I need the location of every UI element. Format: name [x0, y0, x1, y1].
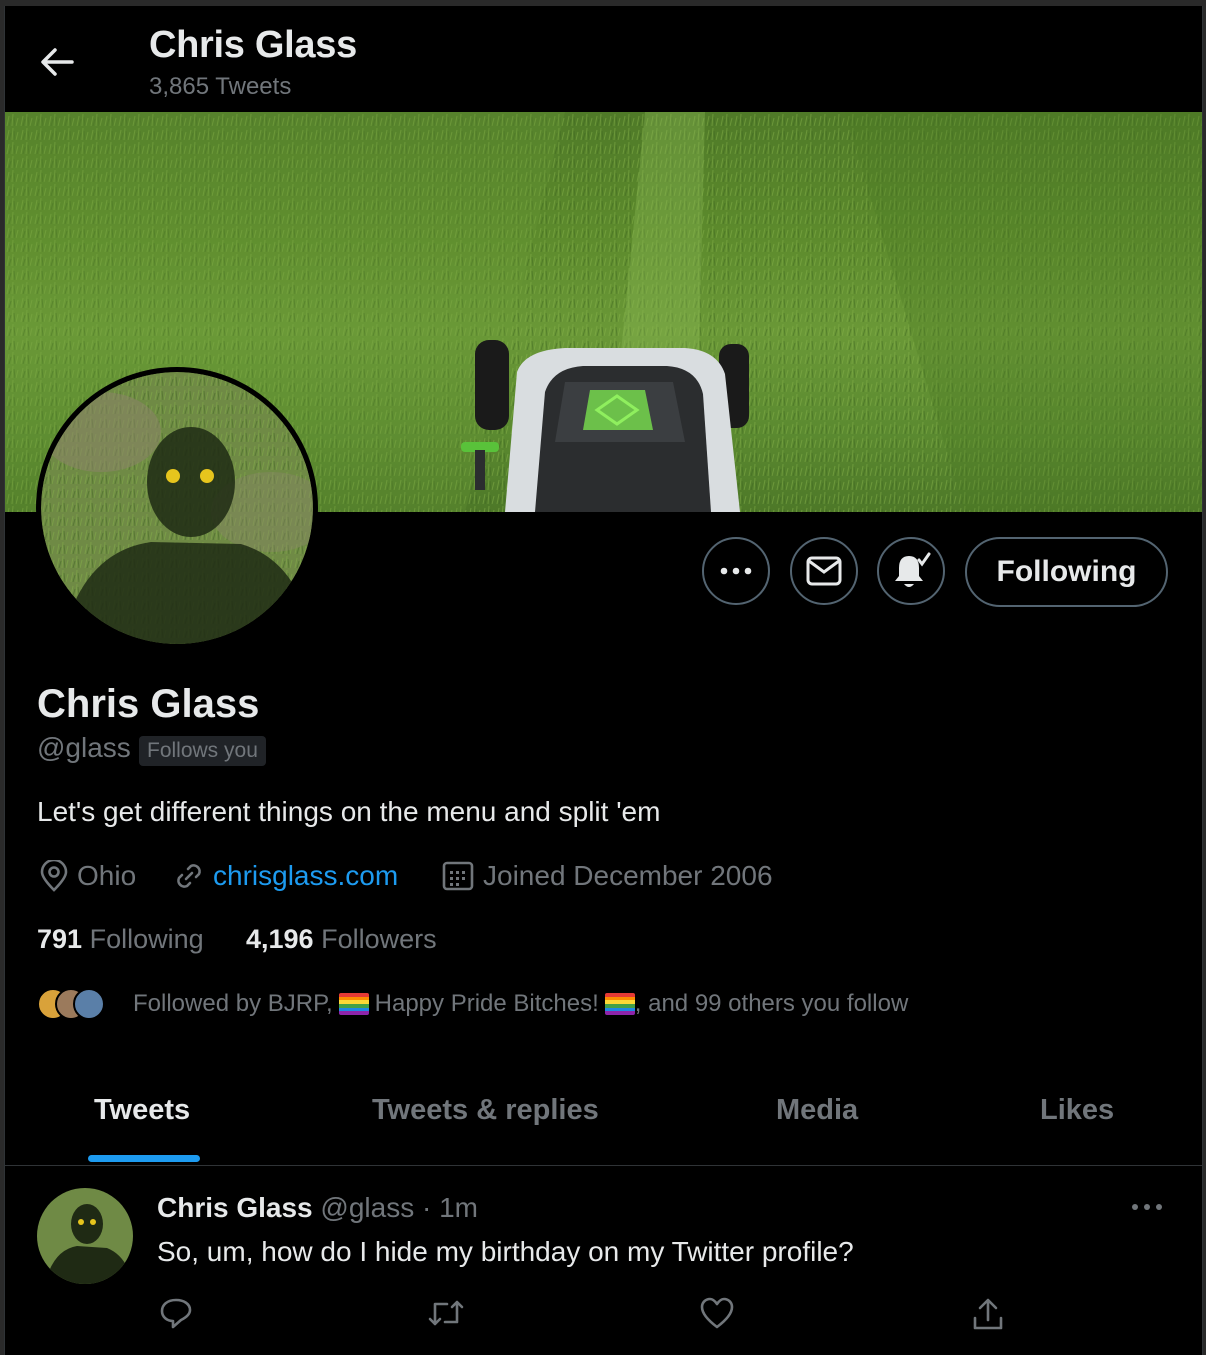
tweet-author-handle[interactable]: @glass — [320, 1192, 414, 1223]
more-icon — [720, 567, 752, 575]
reply-icon — [160, 1298, 192, 1329]
following-count: 791 — [37, 924, 83, 954]
header-tweet-count: 3,865 Tweets — [149, 73, 292, 100]
location-text: Ohio — [77, 860, 137, 891]
follower-avatar — [73, 988, 105, 1020]
like-icon — [700, 1297, 734, 1329]
more-options-button[interactable] — [702, 537, 770, 605]
active-tab-indicator — [88, 1155, 200, 1162]
profile-avatar[interactable] — [36, 367, 318, 649]
share-button[interactable] — [971, 1296, 1005, 1337]
tab-likes[interactable]: Likes — [1040, 1094, 1114, 1127]
header-name: Chris Glass — [149, 24, 357, 66]
followers-label: Followers — [321, 924, 437, 954]
more-icon — [1132, 1204, 1162, 1210]
tweet-avatar[interactable] — [37, 1188, 133, 1284]
profile-tabs: Tweets Tweets & replies Media Likes — [5, 1070, 1202, 1166]
location-icon — [39, 860, 69, 892]
following-label: Following — [89, 924, 204, 954]
profile-name: Chris Glass — [37, 682, 260, 726]
tweet-more-button[interactable] — [1131, 1198, 1163, 1216]
retweet-icon — [428, 1300, 464, 1326]
followed-by-suffix: , and 99 others you follow — [634, 990, 909, 1017]
tweet-avatar-image — [37, 1188, 133, 1284]
followed-by-row[interactable]: Followed by BJRP, Happy Pride Bitches! ,… — [37, 986, 908, 1022]
tweet-text: So, um, how do I hide my birthday on my … — [157, 1236, 854, 1267]
profile-joined: Joined December 2006 — [441, 858, 773, 894]
notifications-button[interactable] — [877, 537, 945, 605]
followers-stat[interactable]: 4,196 Followers — [246, 924, 437, 955]
tab-tweets-replies[interactable]: Tweets & replies — [372, 1094, 599, 1127]
follows-you-badge: Follows you — [139, 736, 266, 766]
back-button[interactable] — [35, 40, 79, 84]
notification-bell-icon — [895, 552, 931, 587]
profile-website[interactable]: chrisglass.com — [173, 858, 398, 894]
followed-by-middle: Happy Pride Bitches! — [374, 990, 599, 1017]
joined-text: Joined December 2006 — [483, 860, 773, 891]
following-stat[interactable]: 791 Following — [37, 924, 204, 955]
rainbow-flag-icon — [338, 993, 369, 1015]
avatar-shadow-image — [41, 372, 313, 644]
rainbow-flag-icon — [604, 993, 635, 1015]
tweet-author-name[interactable]: Chris Glass — [157, 1192, 313, 1223]
link-icon — [173, 860, 205, 892]
back-arrow-icon — [41, 48, 74, 76]
tweet[interactable]: Chris Glass @glass · 1m So, um, how do I… — [5, 1166, 1202, 1355]
retweet-button[interactable] — [427, 1296, 465, 1335]
tweet-time[interactable]: 1m — [439, 1192, 478, 1223]
calendar-icon — [441, 860, 475, 892]
profile-handle: @glass — [37, 732, 131, 763]
tweet-separator: · — [422, 1192, 432, 1223]
message-button[interactable] — [790, 537, 858, 605]
tab-tweets[interactable]: Tweets — [94, 1094, 190, 1127]
website-link[interactable]: chrisglass.com — [213, 860, 398, 892]
profile-location: Ohio — [39, 858, 136, 894]
share-icon — [973, 1298, 1003, 1330]
top-bar: Chris Glass 3,865 Tweets — [5, 6, 1202, 112]
following-button[interactable]: Following — [965, 537, 1168, 607]
followers-count: 4,196 — [246, 924, 314, 954]
tweet-header: Chris Glass @glass · 1m — [157, 1192, 478, 1224]
like-button[interactable] — [699, 1296, 735, 1335]
profile-page: Chris Glass 3,865 Tweets Following Chris… — [4, 6, 1203, 1355]
mail-icon — [806, 556, 842, 586]
followed-by-prefix: Followed by BJRP, — [133, 990, 333, 1017]
reply-button[interactable] — [159, 1296, 193, 1335]
tab-media[interactable]: Media — [776, 1094, 858, 1127]
profile-bio: Let's get different things on the menu a… — [37, 796, 661, 827]
